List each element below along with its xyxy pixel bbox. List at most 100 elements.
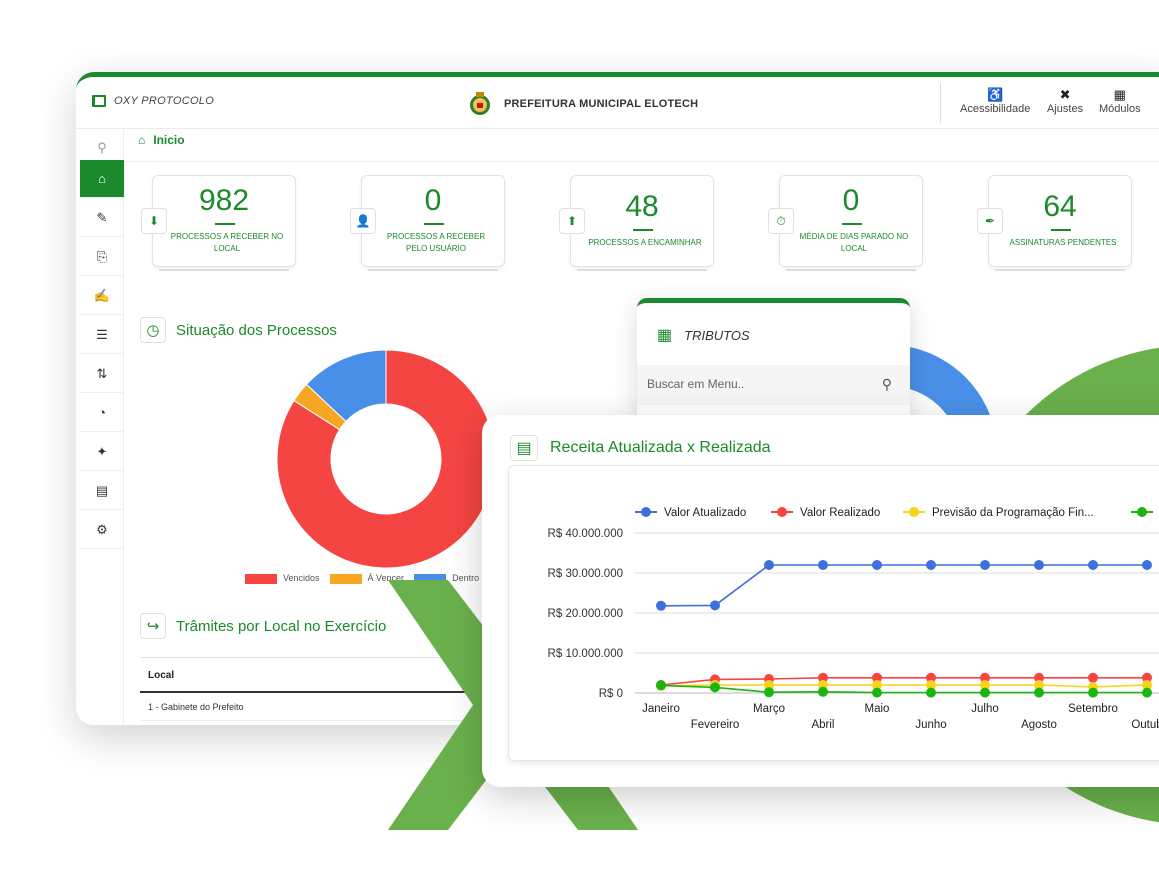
data-point[interactable]	[1142, 687, 1152, 698]
legend-label[interactable]: Valor Atualizado	[664, 507, 746, 519]
data-point[interactable]	[872, 560, 882, 570]
table-icon: ▦	[657, 327, 673, 344]
kpi-divider	[424, 223, 444, 225]
organization-name: PREFEITURA MUNICIPAL ELOTECH	[504, 98, 699, 110]
module-logo[interactable]: OXY PROTOCOLO	[92, 95, 214, 107]
kpi-card-signatures[interactable]: ✒ 64 ASSINATURAS PENDENTES	[977, 175, 1132, 271]
data-point[interactable]	[764, 560, 774, 570]
legend-label[interactable]: Valor Realizado	[800, 507, 880, 519]
data-point[interactable]	[818, 686, 828, 697]
sort-icon: ⇅	[96, 365, 108, 381]
kpi-value: 64	[1043, 190, 1077, 223]
tributos-search-input[interactable]: Buscar em Menu.. ⚲	[637, 365, 910, 405]
breadcrumb[interactable]: ⌂ Inicio	[138, 133, 185, 147]
data-point[interactable]	[656, 600, 666, 611]
legend-label: Vencidos	[283, 573, 320, 583]
x-tick-label: Janeiro	[642, 703, 680, 715]
data-point[interactable]	[1088, 672, 1098, 683]
sidebar-item-tools[interactable]: ✦	[80, 433, 124, 471]
x-tick-label: Maio	[865, 703, 890, 715]
list-icon: ☰	[96, 326, 108, 342]
sidebar-item-reports[interactable]: ◔	[80, 394, 124, 432]
card-shadow-line	[995, 268, 1125, 271]
sidebar-item-edit[interactable]: ✎	[80, 199, 124, 237]
y-tick-label: R$ 10.000.000	[548, 648, 623, 660]
x-tick-label: Março	[753, 703, 785, 715]
kpi-divider	[215, 223, 235, 225]
data-point[interactable]	[764, 687, 774, 698]
data-point[interactable]	[818, 560, 828, 570]
data-point[interactable]	[872, 687, 882, 698]
sidebar-item-sort[interactable]: ⇅	[80, 355, 124, 393]
situacao-donut-chart	[276, 349, 496, 569]
data-point[interactable]	[926, 687, 936, 698]
document-icon: ▤	[95, 482, 109, 498]
sidebar-item-documents[interactable]: ▤	[80, 472, 124, 510]
data-point[interactable]	[1034, 687, 1044, 698]
data-point[interactable]	[1034, 560, 1044, 570]
settings-users-icon: ⚙	[96, 521, 108, 537]
x-tick-label: Abril	[811, 719, 834, 731]
sidebar-item-signature[interactable]: ✍	[80, 277, 124, 315]
kpi-label: MÉDIA DE DIAS PARADO NO LOCAL	[799, 232, 909, 253]
data-point[interactable]	[980, 687, 990, 698]
y-tick-label: R$ 40.000.000	[548, 528, 623, 540]
legend-label[interactable]: Previsão da Programação Fin...	[932, 507, 1094, 519]
tramites-section-title: ↪ Trâmites por Local no Exercício	[140, 613, 386, 639]
series-line	[660, 564, 1147, 607]
table-list-icon: ▤	[510, 435, 538, 461]
y-tick-label: R$ 20.000.000	[548, 608, 623, 620]
data-point[interactable]	[980, 560, 990, 570]
card-shadow-line	[159, 268, 289, 271]
series-line	[660, 677, 1147, 686]
kpi-card-receive-local[interactable]: ⬇ 982 PROCESSOS A RECEBER NO LOCAL	[141, 175, 296, 271]
receita-chart-card: R$ 0 R$ 10.000.000 R$ 20.000.000 R$ 30.000.…	[508, 465, 1159, 761]
data-point[interactable]	[1088, 687, 1098, 698]
x-tick-label: Fevereiro	[691, 719, 740, 731]
modules-label: Módulos	[1099, 103, 1141, 115]
screenshot-stage: OXY PROTOCOLO PREFEITURA MUNICIPAL ELOTE…	[0, 0, 1159, 888]
organization-header: PREFEITURA MUNICIPAL ELOTECH	[468, 91, 698, 117]
kpi-value: 0	[424, 184, 442, 217]
data-point[interactable]	[710, 682, 720, 693]
grid-icon: ▦	[1113, 87, 1126, 102]
x-tick-label: Junho	[915, 719, 946, 731]
legend-swatch	[329, 573, 362, 584]
receita-title-bar: ▤ Receita Atualizada x Realizada	[510, 435, 771, 461]
settings-label: Ajustes	[1047, 103, 1084, 115]
sidebar: ⚲ ⌂ ✎ ⎘ ✍ ☰ ⇅ ◔ ✦ ▤ ⚙	[76, 129, 124, 725]
data-point[interactable]	[926, 560, 936, 570]
legend-item-vencidos[interactable]: Vencidos	[245, 573, 320, 584]
modules-button[interactable]: ▦ Módulos	[1099, 87, 1141, 115]
legend-marker	[777, 507, 787, 517]
sidebar-item-home[interactable]: ⌂	[80, 160, 124, 198]
accessibility-button[interactable]: ♿ Acessibilidade	[960, 87, 1030, 115]
situacao-section-title: ◷ Situação dos Processos	[140, 317, 337, 343]
magic-wand-icon: ✦	[96, 443, 108, 459]
data-point[interactable]	[656, 680, 666, 691]
kpi-label: PROCESSOS A RECEBER NO LOCAL	[170, 232, 284, 253]
kpi-value: 0	[842, 184, 860, 217]
kpi-card-receive-user[interactable]: 👤 0 PROCESSOS A RECEBER PELO USUÁRIO	[350, 175, 505, 271]
x-tick-label: Setembro	[1068, 703, 1118, 715]
search-icon[interactable]: ⚲	[882, 376, 892, 393]
kpi-card-idle-days[interactable]: ⏱ 0 MÉDIA DE DIAS PARADO NO LOCAL	[768, 175, 923, 271]
accessibility-label: Acessibilidade	[960, 103, 1031, 115]
kpi-card-forward[interactable]: ⬆ 48 PROCESSOS A ENCAMINHAR	[559, 175, 714, 271]
situacao-title: Situação dos Processos	[176, 321, 337, 339]
data-point[interactable]	[1142, 560, 1152, 570]
receita-title: Receita Atualizada x Realizada	[550, 439, 771, 456]
data-point[interactable]	[710, 600, 720, 611]
sidebar-item-user-settings[interactable]: ⚙	[80, 511, 124, 549]
x-tick-label: Julho	[971, 703, 999, 715]
data-point[interactable]	[1088, 560, 1098, 570]
tools-icon: ✖	[1059, 87, 1071, 102]
kpi-value: 982	[198, 184, 250, 217]
settings-button[interactable]: ✖ Ajustes	[1047, 87, 1083, 115]
tributos-title: TRIBUTOS	[684, 327, 750, 343]
sidebar-item-export[interactable]: ⎘	[80, 238, 124, 276]
legend-marker	[641, 507, 651, 517]
sidebar-item-list[interactable]: ☰	[80, 316, 124, 354]
receita-panel: ▤ Receita Atualizada x Realizada R$ 0 R$ …	[482, 415, 1159, 787]
tributos-header[interactable]: ▦ TRIBUTOS	[657, 325, 750, 345]
